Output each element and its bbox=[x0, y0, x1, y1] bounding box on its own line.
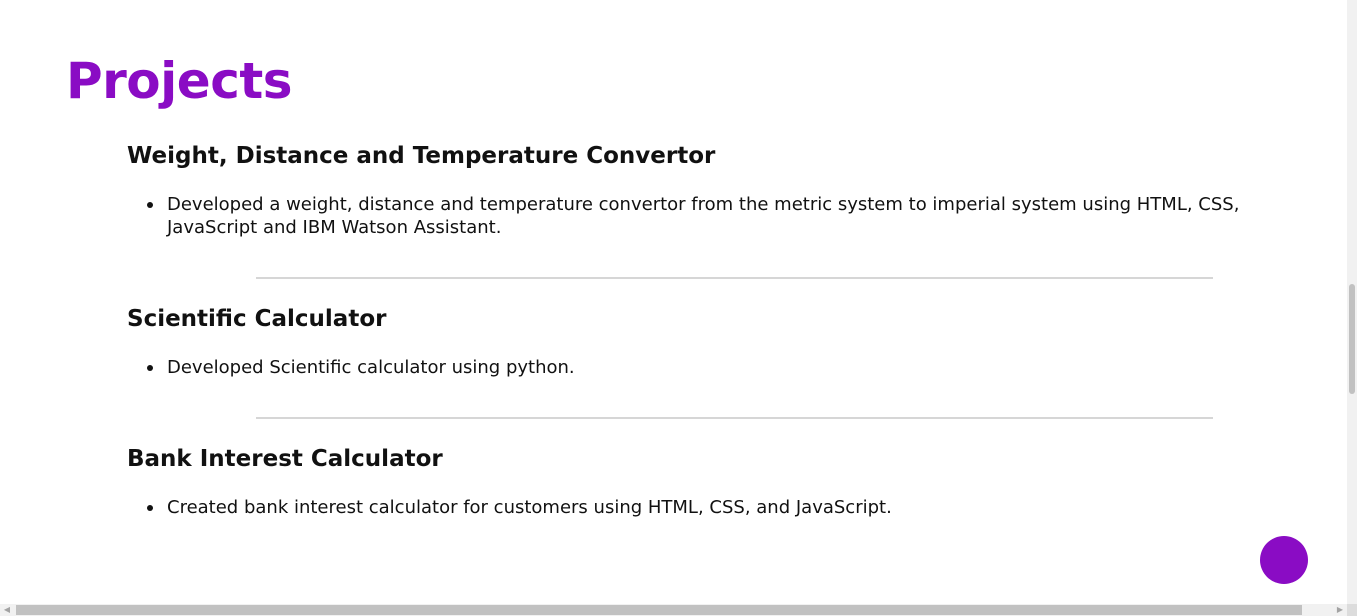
project-card: Weight, Distance and Temperature Convert… bbox=[127, 141, 1247, 239]
project-bullet: Developed a weight, distance and tempera… bbox=[147, 193, 1247, 239]
main-content: Projects Weight, Distance and Temperatur… bbox=[0, 0, 1347, 604]
horizontal-scrollbar-thumb[interactable] bbox=[16, 605, 1302, 615]
project-bullet-list: Created bank interest calculator for cus… bbox=[127, 496, 1247, 519]
project-title: Scientific Calculator bbox=[127, 306, 387, 332]
project-card: Bank Interest Calculator Created bank in… bbox=[127, 444, 1247, 519]
scroll-left-arrow-icon[interactable]: ◀ bbox=[0, 604, 14, 616]
project-bullet: Developed Scientific calculator using py… bbox=[147, 356, 1247, 379]
page: Projects Weight, Distance and Temperatur… bbox=[0, 0, 1357, 616]
vertical-scrollbar[interactable] bbox=[1347, 0, 1357, 604]
project-divider bbox=[256, 277, 1213, 279]
project-bullet: Created bank interest calculator for cus… bbox=[147, 496, 1247, 519]
project-title: Bank Interest Calculator bbox=[127, 446, 443, 472]
section-title: Projects bbox=[66, 52, 293, 110]
project-divider bbox=[256, 417, 1213, 419]
project-bullet-list: Developed Scientific calculator using py… bbox=[127, 356, 1247, 379]
horizontal-scrollbar[interactable]: ◀ ▶ bbox=[0, 604, 1357, 616]
floating-action-button[interactable] bbox=[1260, 536, 1308, 584]
scroll-right-arrow-icon[interactable]: ▶ bbox=[1333, 604, 1347, 616]
project-bullet-list: Developed a weight, distance and tempera… bbox=[127, 193, 1247, 239]
vertical-scrollbar-thumb[interactable] bbox=[1349, 284, 1355, 394]
scrollbar-corner bbox=[1347, 604, 1357, 616]
project-title: Weight, Distance and Temperature Convert… bbox=[127, 143, 716, 169]
project-card: Scientific Calculator Developed Scientif… bbox=[127, 304, 1247, 379]
